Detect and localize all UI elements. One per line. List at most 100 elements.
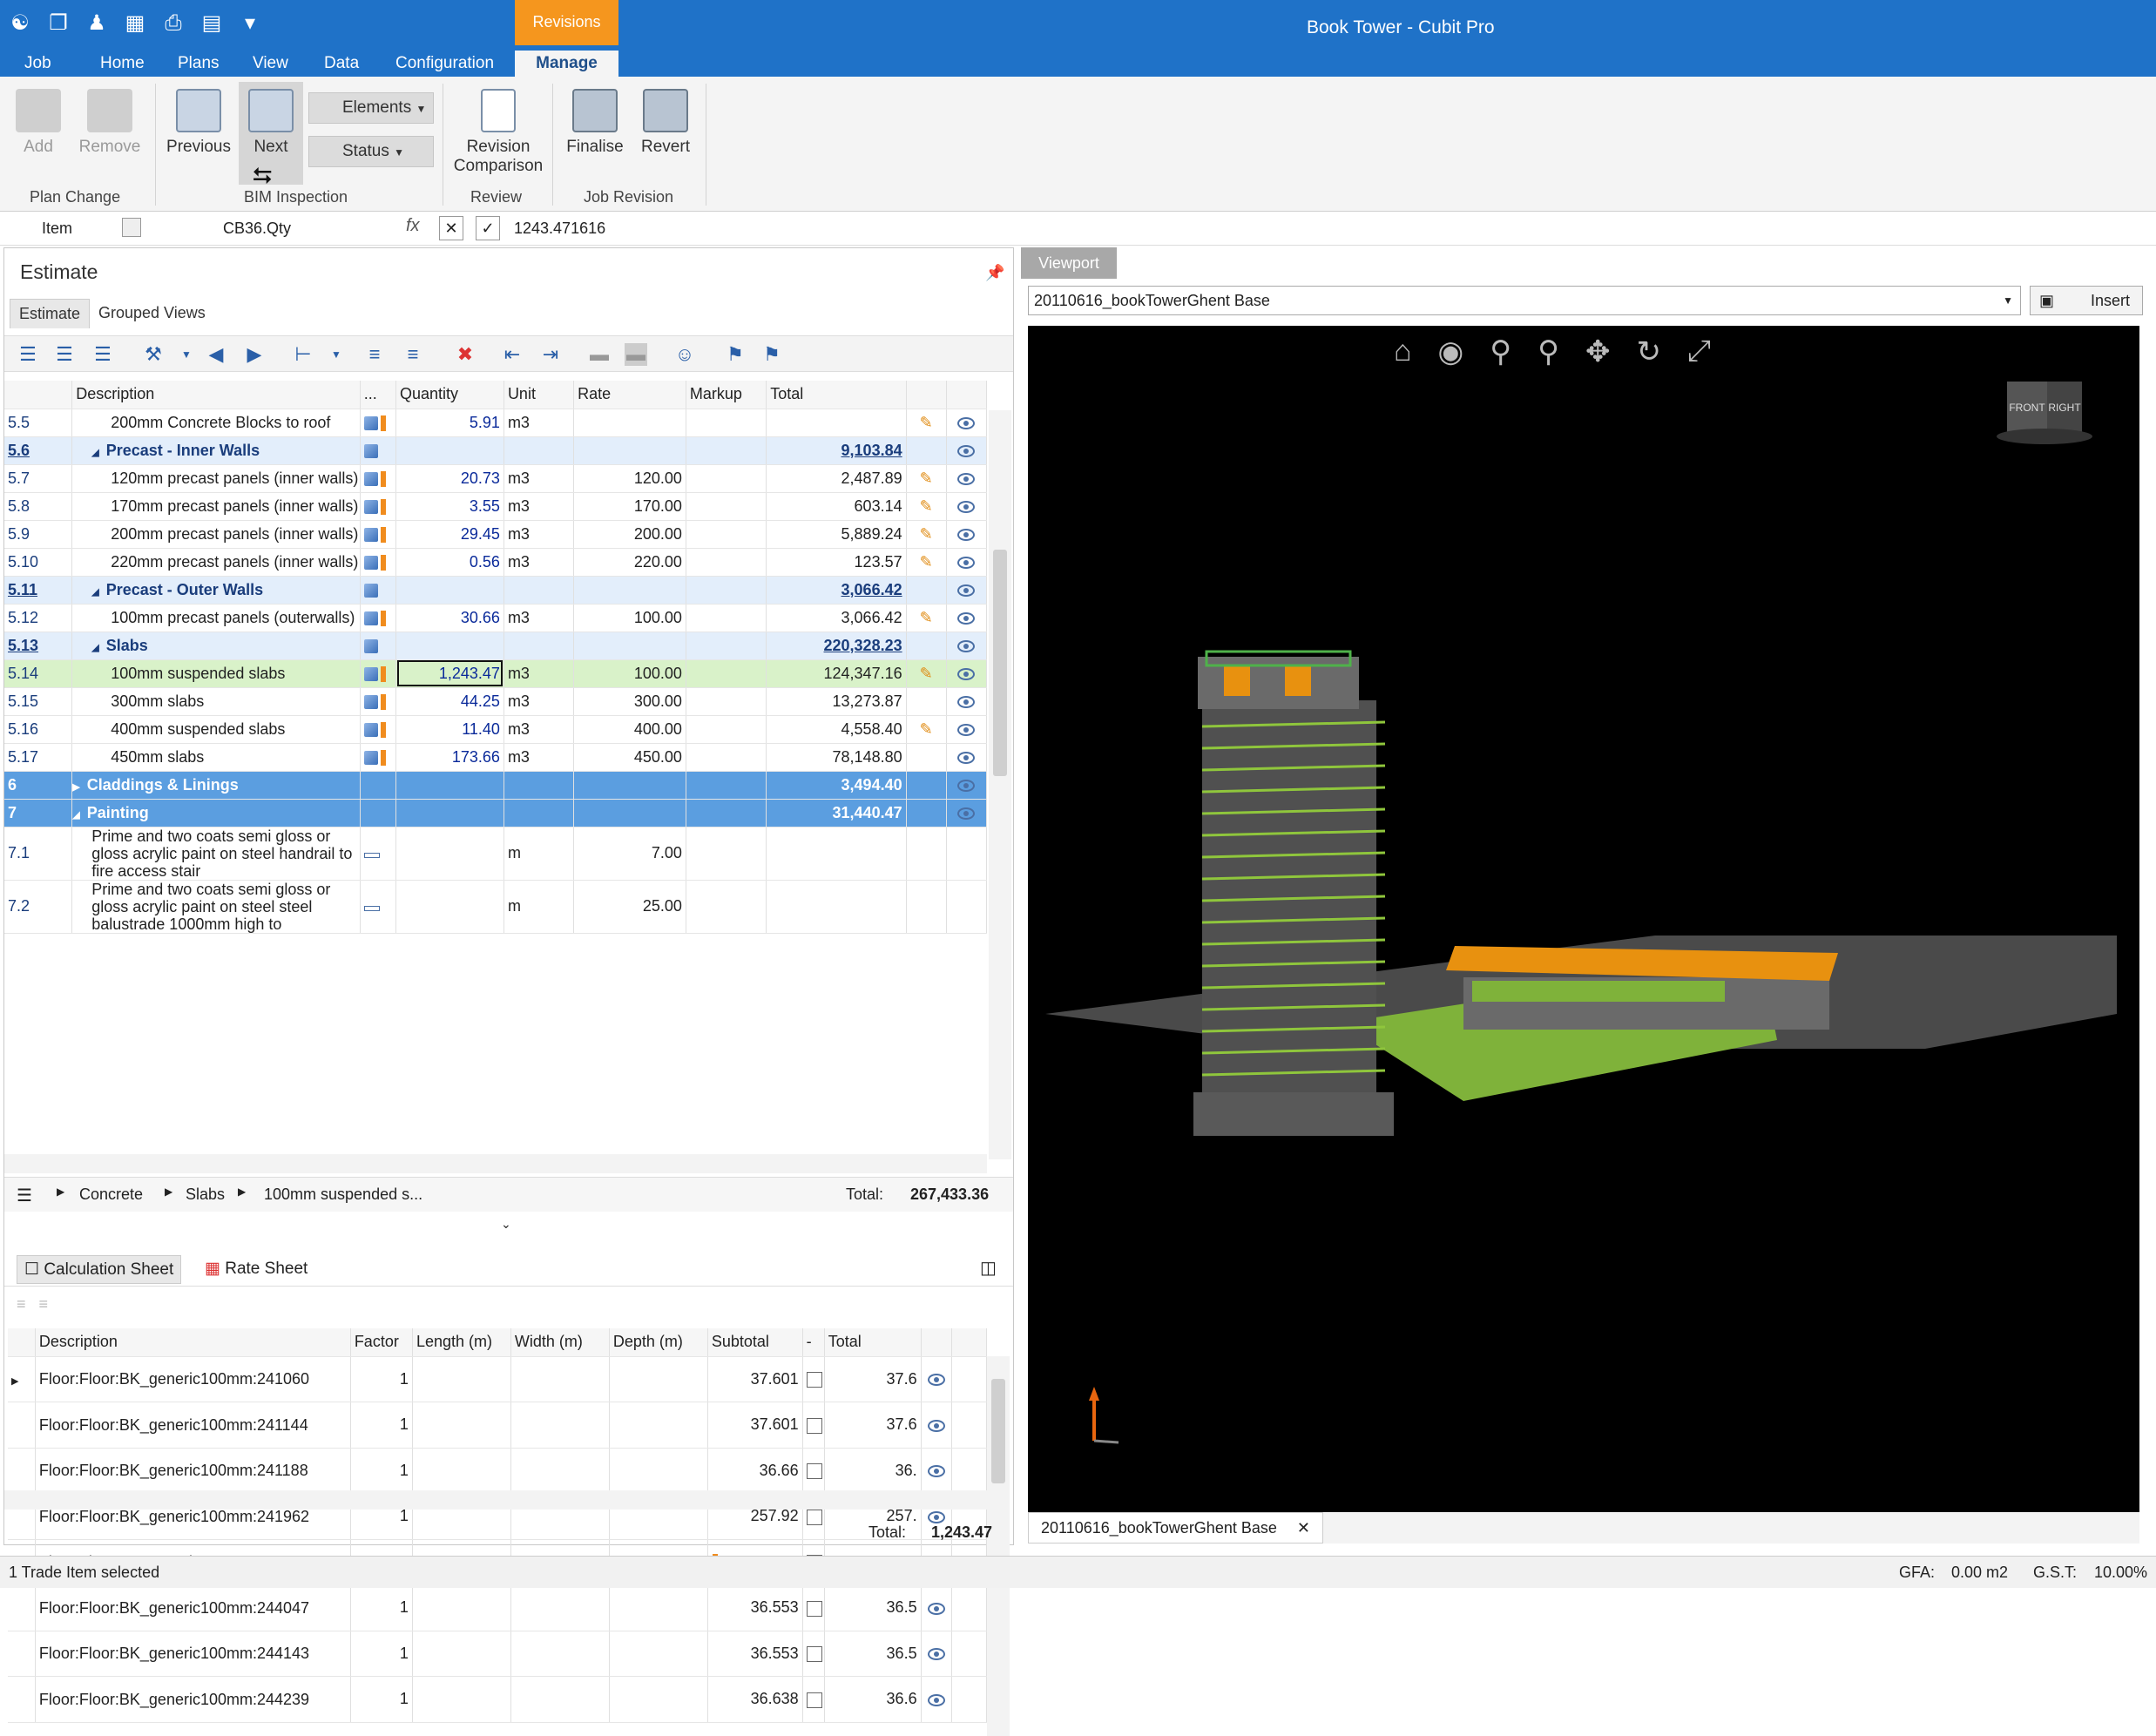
tab-data[interactable]: Data	[324, 51, 359, 77]
row-length[interactable]	[412, 1356, 511, 1402]
row-checkbox[interactable]	[806, 1600, 822, 1617]
row-quantity[interactable]: 11.40	[395, 715, 504, 744]
row-edit-cell[interactable]: ✎	[906, 604, 947, 632]
column-header-rate[interactable]: Rate	[573, 381, 686, 409]
row-visibility[interactable]	[921, 1631, 953, 1677]
row-markup[interactable]	[686, 436, 767, 465]
row-edit-cell[interactable]: ✎	[906, 464, 947, 493]
row-expander[interactable]	[8, 1676, 36, 1723]
row-width[interactable]	[510, 1584, 610, 1631]
estimate-row[interactable]: 5.7 120mm precast panels (inner walls) 20.…	[4, 464, 988, 493]
row-markup[interactable]	[686, 632, 767, 660]
column-header-depth[interactable]: Depth (m)	[609, 1328, 708, 1357]
calc-row[interactable]: Floor:Floor:BK_generic100mm:241188 1 36.66…	[8, 1448, 987, 1494]
row-description[interactable]: Floor:Floor:BK_generic100mm:244239	[35, 1676, 351, 1723]
row-markup[interactable]	[686, 799, 767, 827]
flag-icon[interactable]: ⚑	[724, 343, 747, 366]
row-visibility-cell[interactable]	[946, 492, 988, 521]
estimate-row[interactable]: 7.1 Prime and two coats semi gloss or glo…	[4, 827, 988, 881]
scrollbar-thumb[interactable]	[991, 1379, 1005, 1483]
row-edit-cell[interactable]	[906, 436, 947, 465]
row-description[interactable]: 450mm slabs	[71, 743, 361, 772]
row-description[interactable]: ▶ Claddings & Linings	[71, 771, 361, 800]
row-description[interactable]: 300mm slabs	[71, 687, 361, 716]
row-rate[interactable]: 400.00	[573, 715, 686, 744]
row-visibility-cell[interactable]	[946, 464, 988, 493]
row-markup[interactable]	[686, 715, 767, 744]
row-factor[interactable]: 1	[350, 1356, 413, 1402]
insert-row-icon[interactable]: ≡	[363, 343, 386, 366]
row-unit[interactable]	[504, 771, 575, 800]
pencil-icon[interactable]: ✎	[920, 553, 933, 571]
estimate-row[interactable]: 5.6 ◢ Precast - Inner Walls 9,103.84	[4, 436, 988, 465]
column-header-subtotal[interactable]: Subtotal	[707, 1328, 803, 1357]
row-edit-cell[interactable]	[906, 743, 947, 772]
row-quantity[interactable]: 20.73	[395, 464, 504, 493]
row-flag[interactable]	[802, 1448, 825, 1494]
estimate-row[interactable]: 5.16 400mm suspended slabs 11.40 m3 400.00 4,…	[4, 715, 988, 744]
row-expander[interactable]: ▶	[8, 1356, 36, 1402]
row-visibility-cell[interactable]	[946, 715, 988, 744]
expand-row-icon[interactable]: ▶	[11, 1376, 18, 1387]
row-unit[interactable]	[504, 799, 575, 827]
calc-row[interactable]: ▶ Floor:Floor:BK_generic100mm:241060 1 37.6…	[8, 1356, 987, 1402]
row-visibility[interactable]	[921, 1448, 953, 1494]
row-visibility-cell[interactable]	[946, 548, 988, 577]
row-edit[interactable]	[951, 1356, 987, 1402]
expand-toggle-icon[interactable]: ▶	[72, 782, 79, 793]
row-visibility[interactable]	[921, 1356, 953, 1402]
hierarchy-icon[interactable]: ⊢	[292, 343, 314, 366]
row-rate[interactable]: 100.00	[573, 604, 686, 632]
row-markup[interactable]	[686, 659, 767, 688]
tab-calculation-sheet[interactable]: ☐ Calculation Sheet	[17, 1255, 182, 1284]
scrollbar-thumb[interactable]	[993, 550, 1007, 776]
row-edit[interactable]	[951, 1584, 987, 1631]
row-depth[interactable]	[609, 1402, 708, 1449]
estimate-row[interactable]: 5.5 200mm Concrete Blocks to roof 5.91 m3 ✎	[4, 409, 988, 437]
row-edit-cell[interactable]	[906, 771, 947, 800]
pencil-icon[interactable]: ✎	[920, 525, 933, 543]
estimate-row[interactable]: 5.10 220mm precast panels (inner walls) 0.…	[4, 548, 988, 577]
column-header-more[interactable]: ...	[360, 381, 397, 409]
elements-dropdown[interactable]: Elements ▼	[308, 92, 434, 124]
row-checkbox[interactable]	[806, 1646, 822, 1662]
row-description[interactable]: Prime and two coats semi gloss or gloss …	[71, 880, 361, 934]
column-header-total[interactable]: Total	[824, 1328, 922, 1357]
calc-insert-row-icon[interactable]: ≡	[17, 1295, 26, 1313]
calc-row[interactable]: Floor:Floor:BK_generic100mm:241144 1 37.60…	[8, 1402, 987, 1449]
row-description[interactable]: 400mm suspended slabs	[71, 715, 361, 744]
chevron-down-icon[interactable]: ▼	[325, 343, 348, 366]
cancel-edit-icon[interactable]: ✕	[439, 216, 463, 240]
breadcrumb-item[interactable]: Slabs	[186, 1185, 225, 1204]
row-unit[interactable]: m3	[504, 520, 575, 549]
eye-icon[interactable]	[957, 416, 976, 429]
eye-icon[interactable]	[957, 444, 976, 457]
estimate-row[interactable]: 7.2 Prime and two coats semi gloss or glo…	[4, 880, 988, 934]
row-edit[interactable]	[951, 1448, 987, 1494]
estimate-row[interactable]: 5.13 ◢ Slabs 220,328.23	[4, 632, 988, 660]
row-description[interactable]: 100mm suspended slabs	[71, 659, 361, 688]
eye-icon[interactable]	[927, 1374, 945, 1386]
finalise-button[interactable]: Finalise	[563, 89, 627, 157]
3d-viewport[interactable]: ⌂ ◉ ⚲ ⚲ ✥ ↻ ⤢ FRONT RIGHT	[1028, 326, 2139, 1512]
open-icon[interactable]: ❐	[47, 12, 70, 35]
row-checkbox[interactable]	[806, 1463, 822, 1479]
row-markup[interactable]	[686, 520, 767, 549]
row-unit[interactable]: m3	[504, 743, 575, 772]
row-length[interactable]	[412, 1448, 511, 1494]
eye-icon[interactable]	[957, 807, 976, 820]
row-quantity[interactable]: 5.91	[395, 409, 504, 437]
row-edit[interactable]	[951, 1631, 987, 1677]
formula-input[interactable]: 1243.471616	[514, 220, 605, 238]
tab-job[interactable]: Job	[24, 51, 51, 77]
pencil-icon[interactable]: ✎	[920, 414, 933, 431]
tab-model-document[interactable]: 20110616_bookTowerGhent Base ✕	[1028, 1512, 1323, 1543]
row-edit-cell[interactable]	[906, 576, 947, 605]
row-visibility[interactable]	[921, 1402, 953, 1449]
row-rate[interactable]: 450.00	[573, 743, 686, 772]
estimate-row[interactable]: 5.15 300mm slabs 44.25 m3 300.00 13,273.87	[4, 687, 988, 716]
move-previous-icon[interactable]: ◀	[205, 343, 227, 366]
pencil-icon[interactable]: ✎	[920, 497, 933, 515]
eye-icon[interactable]	[957, 723, 976, 736]
outdent-icon[interactable]: ⇤	[501, 343, 524, 366]
